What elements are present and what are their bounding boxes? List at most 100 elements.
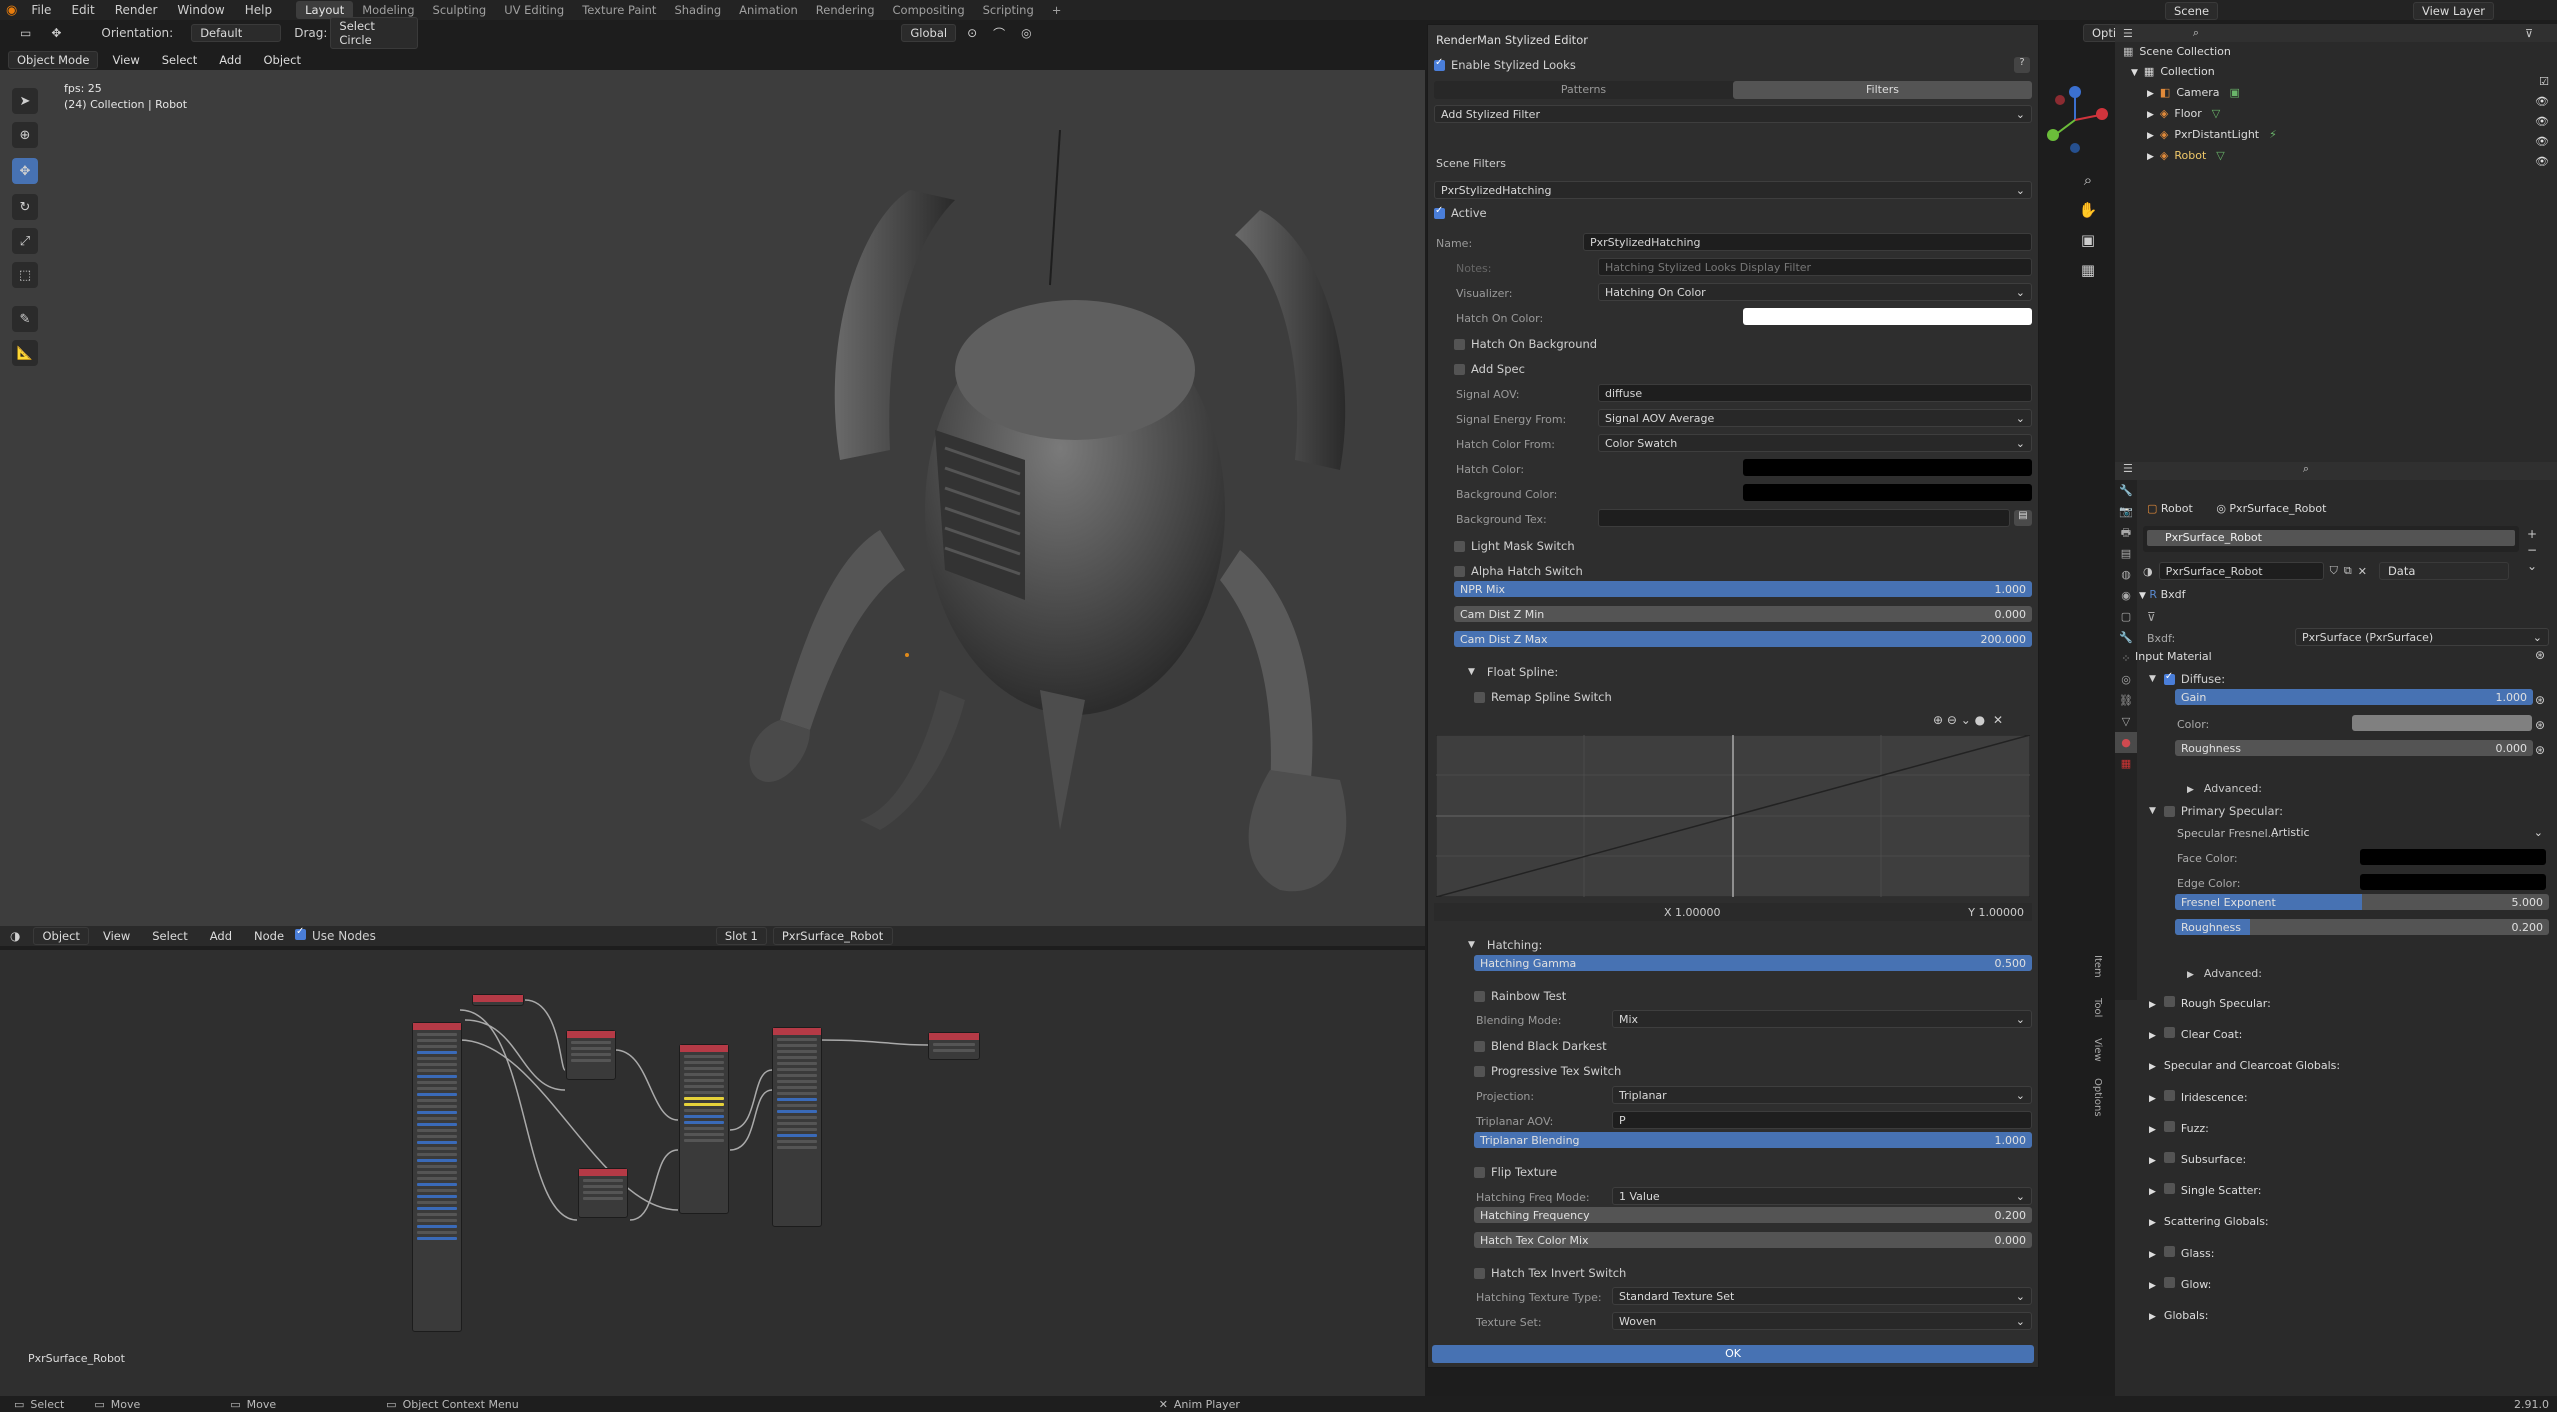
menu-edit[interactable]: Edit bbox=[61, 3, 104, 17]
projection-dropdown[interactable]: Triplanar ⌄ bbox=[1612, 1086, 2032, 1104]
add-stylized-filter-dropdown[interactable]: Add Stylized Filter ⌄ bbox=[1434, 105, 2032, 123]
menu-file[interactable]: File bbox=[21, 3, 61, 17]
menu-help[interactable]: Help bbox=[235, 3, 282, 17]
material-browse-icon[interactable]: ◑ bbox=[2143, 565, 2153, 578]
section-globals[interactable]: ▶ Globals: bbox=[2149, 1301, 2340, 1332]
diffuse-section[interactable]: ▼Diffuse: bbox=[2149, 671, 2225, 687]
eye-icon[interactable]: 👁 bbox=[2535, 92, 2549, 112]
hatch-on-color-swatch[interactable] bbox=[1743, 308, 2032, 325]
tab-rendering[interactable]: Rendering bbox=[807, 1, 884, 19]
checkbox-icon[interactable]: ☑ bbox=[2535, 72, 2549, 92]
tab-filters[interactable]: Filters bbox=[1733, 81, 2032, 99]
sidebar-tab-tool[interactable]: Tool bbox=[2092, 998, 2103, 1017]
slot-dropdown[interactable]: Slot 1 bbox=[715, 927, 767, 945]
status-anim-player[interactable]: Anim Player bbox=[1174, 1398, 1240, 1411]
move-tool-icon[interactable]: ✥ bbox=[12, 158, 38, 184]
specular-roughness-slider[interactable]: Roughness 0.200 bbox=[2175, 919, 2549, 935]
material-slot-item[interactable]: PxrSurface_Robot bbox=[2147, 530, 2515, 546]
pivot-icon[interactable]: ⊙ bbox=[959, 26, 985, 40]
float-spline-toggle[interactable]: ▼ Float Spline: bbox=[1468, 665, 1558, 679]
fake-user-icon[interactable]: ⛉ bbox=[2330, 564, 2338, 578]
duplicate-icon[interactable]: ⧉ bbox=[2344, 564, 2352, 578]
menu-object[interactable]: Object bbox=[256, 52, 309, 68]
hatching-toggle[interactable]: ▼ Hatching: bbox=[1468, 938, 1542, 952]
grid-view-icon[interactable]: ▦ bbox=[2076, 255, 2100, 285]
node-editor-canvas[interactable]: PxrSurface_Robot bbox=[0, 950, 1425, 1400]
bxdf-section[interactable]: ▼ R Bxdf bbox=[2139, 588, 2186, 601]
sidebar-tab-view[interactable]: View bbox=[2092, 1038, 2103, 1062]
modifier-tab-icon[interactable]: 🔧 bbox=[2115, 627, 2137, 648]
select-box-icon[interactable]: ▭ bbox=[0, 26, 41, 40]
outliner-item-robot[interactable]: ▶ ◈ Robot ▽ bbox=[2123, 146, 2557, 167]
mode-dropdown[interactable]: Object Mode bbox=[8, 51, 99, 69]
annotate-tool-icon[interactable]: ✎ bbox=[12, 306, 38, 332]
scale-tool-icon[interactable]: ⤢ bbox=[12, 228, 38, 254]
alpha-hatch-checkbox[interactable]: Alpha Hatch Switch bbox=[1454, 564, 1583, 578]
hatching-frequency-slider[interactable]: Hatching Frequency 0.200 bbox=[1474, 1207, 2032, 1223]
scene-filter-list[interactable]: PxrStylizedHatching ⌄ bbox=[1434, 181, 2032, 199]
light-mask-checkbox[interactable]: Light Mask Switch bbox=[1454, 539, 1575, 553]
output-tab-icon[interactable]: 🖶 bbox=[2115, 522, 2137, 543]
diffuse-color-swatch[interactable] bbox=[2352, 715, 2532, 731]
eye-icon[interactable]: 👁 bbox=[2535, 132, 2549, 152]
node-pxr-color[interactable] bbox=[472, 994, 524, 1006]
use-nodes-checkbox[interactable] bbox=[295, 926, 312, 943]
zoom-in-icon[interactable]: ⊕ bbox=[1933, 713, 1943, 727]
signal-energy-dropdown[interactable]: Signal AOV Average ⌄ bbox=[1598, 409, 2032, 427]
navigation-gizmo[interactable] bbox=[2040, 80, 2110, 160]
name-field[interactable]: PxrStylizedHatching bbox=[1583, 233, 2032, 251]
folder-icon[interactable]: ▤ bbox=[2014, 510, 2032, 526]
connect-icon[interactable]: ⊛ bbox=[2535, 688, 2545, 713]
cursor-tool-icon[interactable]: ⊕ bbox=[12, 122, 38, 148]
ok-button[interactable]: OK bbox=[1432, 1345, 2034, 1363]
transform-orientation-dropdown[interactable]: Global bbox=[901, 24, 957, 42]
section-clear-coat[interactable]: ▶ Clear Coat: bbox=[2149, 1020, 2340, 1051]
blend-black-darkest-checkbox[interactable]: Blend Black Darkest bbox=[1474, 1039, 1607, 1053]
properties-editor-icon[interactable]: ☰ bbox=[2123, 462, 2133, 475]
hatch-tex-color-mix-slider[interactable]: Hatch Tex Color Mix 0.000 bbox=[1474, 1232, 2032, 1248]
visualizer-dropdown[interactable]: Hatching On Color ⌄ bbox=[1598, 283, 2032, 301]
section-glass[interactable]: ▶ Glass: bbox=[2149, 1239, 2340, 1270]
face-color-swatch[interactable] bbox=[2360, 849, 2546, 865]
search-icon[interactable]: ⌕ bbox=[2303, 462, 2309, 475]
shader-type-dropdown[interactable]: Object bbox=[33, 927, 89, 945]
texture-set-dropdown[interactable]: Woven ⌄ bbox=[1612, 1312, 2032, 1330]
camera-view-icon[interactable]: ▣ bbox=[2076, 225, 2100, 255]
menu-add[interactable]: Add bbox=[211, 52, 249, 68]
progressive-tex-checkbox[interactable]: Progressive Tex Switch bbox=[1474, 1064, 1621, 1078]
outliner-item-floor[interactable]: ▶ ◈ Floor ▽ bbox=[2123, 104, 2557, 125]
section-spec-globals[interactable]: ▶ Specular and Clearcoat Globals: bbox=[2149, 1051, 2340, 1082]
close-icon[interactable]: ✕ bbox=[1159, 1398, 1168, 1411]
chevron-down-icon[interactable]: ⌄ bbox=[2527, 558, 2537, 574]
zoom-icon[interactable]: ⌕ bbox=[2076, 165, 2100, 195]
sidebar-tab-options[interactable]: Options bbox=[2092, 1078, 2103, 1117]
3d-viewport[interactable]: fps: 25 (24) Collection | Robot ✥ ➤ ⊕ ↻ … bbox=[0, 70, 1425, 930]
node-pxr-surface[interactable] bbox=[772, 1027, 822, 1227]
menu-window[interactable]: Window bbox=[167, 3, 234, 17]
signal-aov-field[interactable]: diffuse bbox=[1598, 384, 2032, 402]
section-single-scatter[interactable]: ▶ Single Scatter: bbox=[2149, 1176, 2340, 1207]
blender-logo-icon[interactable]: ◉ bbox=[0, 3, 21, 18]
fresnel-exponent-slider[interactable]: Fresnel Exponent 5.000 bbox=[2175, 894, 2549, 910]
editor-type-icon[interactable]: ◑ bbox=[0, 929, 30, 943]
blending-mode-dropdown[interactable]: Mix ⌄ bbox=[1612, 1010, 2032, 1028]
tab-sculpting[interactable]: Sculpting bbox=[424, 1, 496, 19]
measure-tool-icon[interactable]: 📐 bbox=[12, 340, 38, 366]
orientation-dropdown[interactable]: Default bbox=[191, 24, 282, 42]
object-tab-icon[interactable]: ▢ bbox=[2115, 606, 2137, 627]
advanced-section-2[interactable]: ▶ Advanced: bbox=[2187, 967, 2262, 980]
bxdf-dropdown[interactable]: PxrSurface (PxrSurface) ⌄ bbox=[2295, 628, 2549, 646]
cam-dist-min-slider[interactable]: Cam Dist Z Min 0.000 bbox=[1454, 606, 2032, 622]
section-subsurface[interactable]: ▶ Subsurface: bbox=[2149, 1145, 2340, 1176]
diffuse-roughness-slider[interactable]: Roughness 0.000 bbox=[2175, 740, 2533, 756]
node-material-output[interactable] bbox=[928, 1032, 980, 1060]
outliner-scene-collection[interactable]: ▦ Scene Collection bbox=[2123, 42, 2557, 62]
filter-icon[interactable]: ⊽ bbox=[2147, 610, 2156, 624]
node-pxr-surface-inputs[interactable] bbox=[412, 1022, 462, 1332]
outliner-item-camera[interactable]: ▶ ◧ Camera ▣ bbox=[2123, 83, 2557, 104]
outliner-editor-icon[interactable]: ☰ bbox=[2123, 27, 2133, 40]
triplanar-aov-field[interactable]: P bbox=[1612, 1111, 2032, 1129]
hatching-gamma-slider[interactable]: Hatching Gamma 0.500 bbox=[1474, 955, 2032, 971]
eye-icon[interactable]: 👁 bbox=[2535, 152, 2549, 172]
hatch-color-swatch[interactable] bbox=[1743, 459, 2032, 476]
